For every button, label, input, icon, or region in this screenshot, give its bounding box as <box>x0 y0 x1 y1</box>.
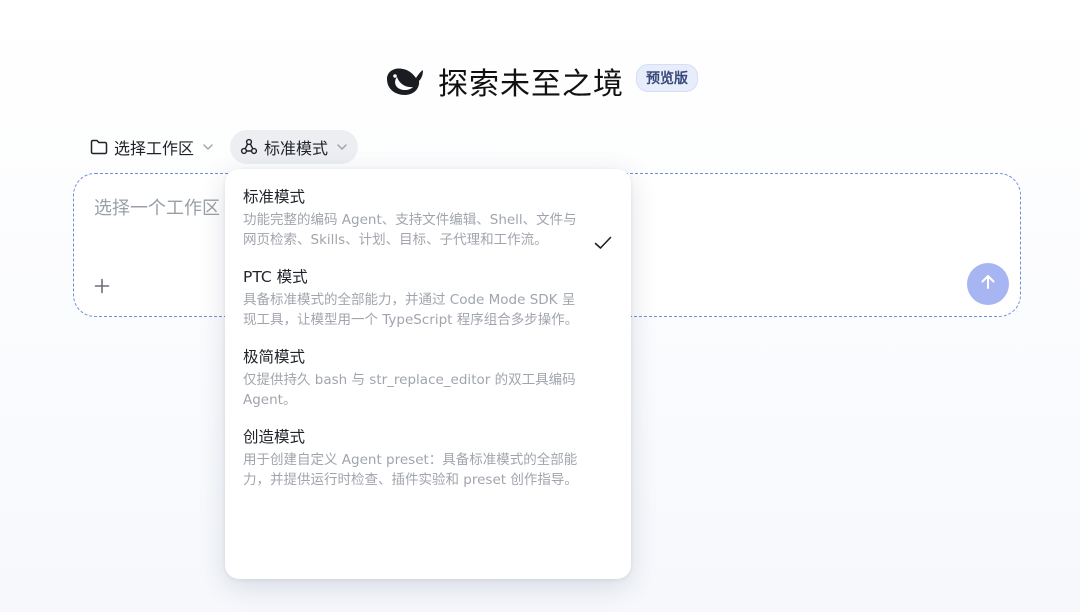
mode-option-title: 创造模式 <box>243 428 306 446</box>
agent-mode-icon <box>240 138 258 156</box>
composer-input[interactable]: 选择一个工作区 <box>94 194 220 220</box>
mode-option-description: 用于创建自定义 Agent preset：具备标准模式的全部能力，并提供运行时检… <box>243 452 578 488</box>
plus-icon <box>94 278 110 298</box>
mode-option-description: 仅提供持久 bash 与 str_replace_editor 的双工具编码 A… <box>243 372 576 408</box>
whale-logo-icon <box>382 58 428 104</box>
mode-option-standard[interactable]: 标准模式 功能完整的编码 Agent、支持文件编辑、Shell、文件与网页检索、… <box>225 185 631 250</box>
workspace-selector-button[interactable]: 选择工作区 <box>80 130 224 164</box>
mode-selector-label: 标准模式 <box>264 139 329 158</box>
mode-option-title: 极简模式 <box>243 348 306 366</box>
composer-toolbar: 选择工作区 标准模式 <box>80 130 359 164</box>
mode-option-minimal[interactable]: 极简模式 仅提供持久 bash 与 str_replace_editor 的双工… <box>225 345 631 410</box>
header: 探索未至之境 预览版 <box>0 58 1080 104</box>
add-attachment-button[interactable] <box>88 274 116 302</box>
folder-icon <box>90 139 108 155</box>
chevron-down-icon <box>202 143 214 151</box>
chevron-down-icon <box>336 143 348 151</box>
mode-option-create[interactable]: 创造模式 用于创建自定义 Agent preset：具备标准模式的全部能力，并提… <box>225 425 631 490</box>
mode-option-description: 具备标准模式的全部能力，并通过 Code Mode SDK 呈现工具，让模型用一… <box>243 292 579 328</box>
arrow-up-icon <box>979 273 997 295</box>
mode-dropdown-menu: 标准模式 功能完整的编码 Agent、支持文件编辑、Shell、文件与网页检索、… <box>225 169 631 579</box>
mode-option-title: PTC 模式 <box>243 268 308 286</box>
page-title: 探索未至之境 <box>438 67 624 102</box>
send-button[interactable] <box>967 263 1009 305</box>
mode-option-description: 功能完整的编码 Agent、支持文件编辑、Shell、文件与网页检索、Skill… <box>243 212 577 248</box>
mode-option-ptc[interactable]: PTC 模式 具备标准模式的全部能力，并通过 Code Mode SDK 呈现工… <box>225 265 631 330</box>
mode-option-title: 标准模式 <box>243 188 306 206</box>
preview-badge: 预览版 <box>636 64 698 92</box>
app-page: 探索未至之境 预览版 选择工作区 标准模式 选择一个工作区 标准模式 功能完整的… <box>0 0 1080 612</box>
workspace-selector-label: 选择工作区 <box>114 139 195 158</box>
checkmark-icon <box>593 233 613 253</box>
mode-selector-button[interactable]: 标准模式 <box>230 130 359 164</box>
